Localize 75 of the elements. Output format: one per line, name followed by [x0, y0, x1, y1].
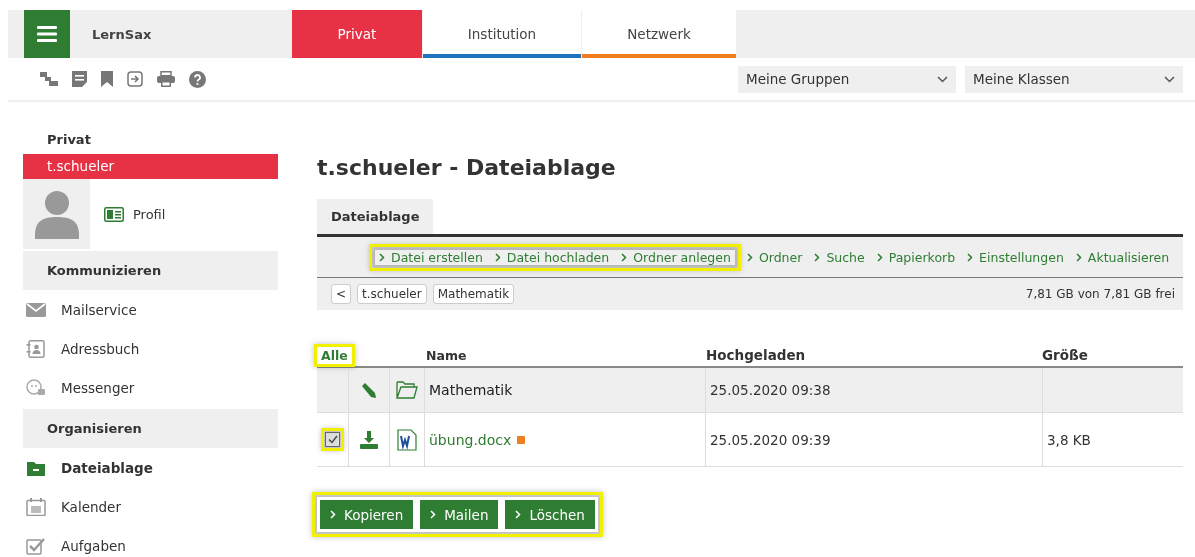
page-title: t.schueler - Dateiablage [317, 155, 617, 182]
chevron-icon [430, 510, 437, 519]
download-icon[interactable] [360, 430, 378, 449]
action-button[interactable]: Löschen [505, 500, 595, 529]
chevron-icon [1075, 252, 1082, 262]
action-link[interactable]: Einstellungen [967, 249, 1064, 265]
chevron-icon [515, 510, 522, 519]
sidebar-item[interactable]: Mailservice [23, 290, 278, 329]
nav-tab[interactable]: Netzwerk [582, 10, 736, 58]
action-link[interactable]: Suche [814, 249, 865, 265]
section-title: Privat [46, 132, 92, 149]
pencil-icon[interactable] [360, 381, 378, 399]
checkbox-icon [26, 536, 46, 555]
avatar-icon [34, 191, 79, 239]
action-link[interactable]: Aktualisieren [1075, 249, 1170, 265]
action-link[interactable]: Ordner [746, 249, 803, 265]
sidebar-item[interactable]: Messenger [23, 368, 278, 407]
chevron-icon [967, 252, 974, 262]
chevron-icon [814, 252, 821, 262]
file-link[interactable]: übung.docx [429, 431, 512, 448]
user-item[interactable]: t.schueler [23, 154, 278, 179]
panel-tab[interactable]: Dateiablage [317, 199, 434, 234]
sidebar-item[interactable]: Kalender [23, 487, 278, 526]
caret-icon [1164, 75, 1175, 83]
breadcrumb-item[interactable]: Mathematik [432, 284, 515, 304]
note-icon[interactable] [72, 71, 87, 87]
folder-icon [396, 381, 418, 399]
action-link[interactable]: Datei hochladen [494, 249, 610, 265]
chevron-icon [746, 252, 753, 262]
folder-name[interactable]: Mathematik [429, 382, 513, 398]
chevron-icon [330, 510, 336, 519]
mail-icon [26, 300, 46, 319]
calendar-icon [26, 497, 46, 516]
nav-tab[interactable]: Privat [292, 10, 422, 58]
nav-tab[interactable]: Institution [423, 10, 581, 58]
back-button[interactable]: < [331, 284, 352, 304]
login-icon[interactable] [127, 71, 143, 87]
storage-quota: 7,81 GB von 7,81 GB frei [1025, 287, 1175, 301]
word-document-icon [397, 428, 417, 451]
column-header: Größe [1042, 347, 1088, 363]
action-button[interactable]: Kopieren [320, 500, 414, 529]
breadcrumb-item[interactable]: t.schueler [357, 284, 427, 304]
table-cell: 3,8 KB [1047, 431, 1091, 448]
help-icon[interactable] [189, 70, 206, 88]
section-heading: Kommunizieren [23, 251, 278, 290]
menu-button[interactable] [24, 10, 70, 58]
action-link[interactable]: Papierkorb [876, 249, 956, 265]
sidebar-item[interactable]: Dateiablage [23, 448, 278, 487]
table-cell: 25.05.2020 09:38 [710, 382, 831, 398]
chevron-icon [621, 252, 628, 262]
action-button[interactable]: Mailen [420, 500, 499, 529]
table-cell: 25.05.2020 09:39 [710, 431, 831, 448]
profile-link[interactable]: Profil [90, 179, 166, 249]
column-header: Hochgeladen [706, 347, 806, 363]
contact-book-icon [26, 339, 46, 358]
id-card-icon [104, 206, 124, 222]
chevron-icon [379, 252, 385, 262]
action-link[interactable]: Ordner anlegen [621, 249, 731, 265]
menu-icon [37, 26, 57, 42]
brand-name: LernSax [91, 25, 153, 44]
select-all-link[interactable]: Alle [317, 346, 352, 364]
hierarchy-icon[interactable] [40, 71, 58, 87]
section-heading: Organisieren [23, 409, 278, 448]
bookmark-icon[interactable] [101, 71, 113, 87]
chevron-icon [494, 252, 501, 262]
column-header: Name [426, 347, 467, 363]
chevron-icon [876, 252, 883, 262]
print-icon[interactable] [157, 71, 175, 87]
sidebar-item[interactable]: Adressbuch [23, 329, 278, 368]
action-link[interactable]: Datei erstellen [379, 249, 483, 265]
dropdown[interactable]: Meine Klassen [965, 65, 1183, 93]
chat-face-icon [26, 378, 46, 397]
caret-icon [937, 75, 948, 83]
dropdown[interactable]: Meine Gruppen [738, 65, 956, 93]
sidebar-item[interactable]: Aufgaben [23, 526, 278, 557]
